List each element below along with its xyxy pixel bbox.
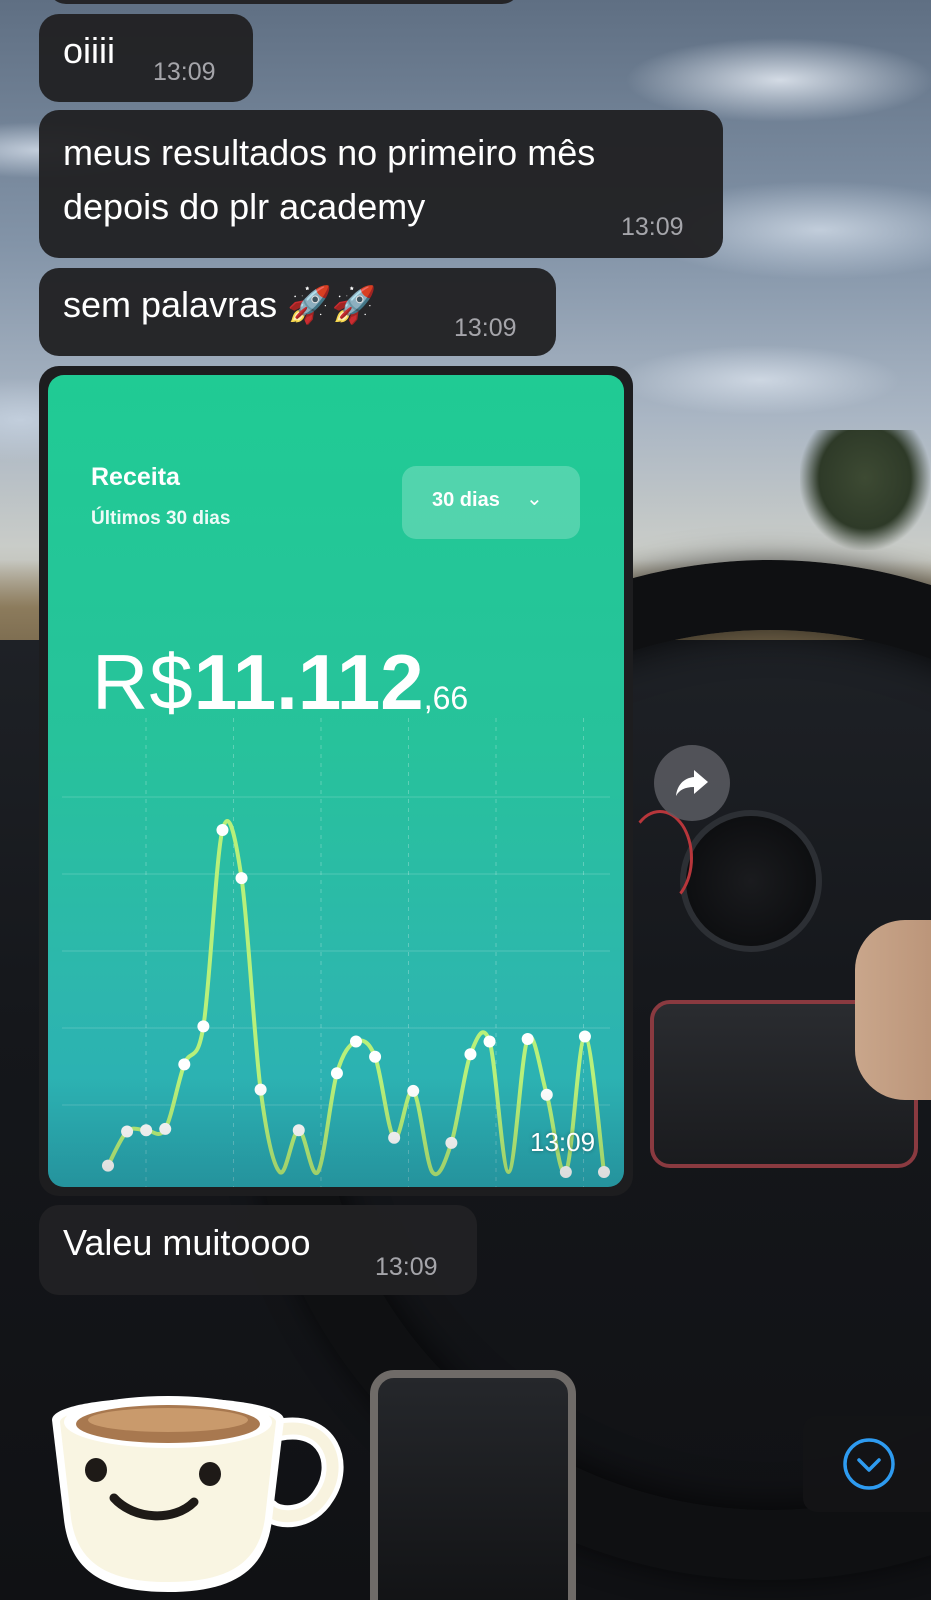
message-time: 13:09 [621, 213, 684, 241]
message-time: 13:09 [375, 1253, 438, 1281]
message-time: 13:09 [454, 314, 517, 342]
message-time: 13:09 [153, 58, 216, 86]
revenue-title: Receita [91, 463, 180, 491]
chart-data-point [464, 1048, 477, 1061]
message-text: meus resultados no primeiro mês depois d… [63, 132, 596, 227]
forward-button[interactable] [654, 745, 730, 821]
chart-data-point [197, 1020, 210, 1033]
chart-data-point [350, 1035, 362, 1048]
image-message[interactable]: Receita Últimos 30 dias 30 dias ⌄ R$11.1… [39, 366, 633, 1196]
revenue-amount: R$11.112,66 [92, 637, 468, 728]
period-dropdown-label: 30 dias [432, 489, 500, 511]
revenue-currency: R$ [92, 638, 194, 726]
share-forward-icon [676, 770, 708, 796]
scroll-to-bottom-button[interactable] [803, 1416, 931, 1512]
chart-data-point [369, 1050, 382, 1063]
chart-data-point [178, 1058, 191, 1071]
message-time: 13:09 [530, 1127, 596, 1157]
chart-data-point [578, 1030, 591, 1043]
chevron-down-circle-icon [843, 1438, 895, 1490]
revenue-subtitle: Últimos 30 dias [91, 508, 231, 529]
message-text: sem palavras 🚀🚀 [63, 284, 377, 325]
period-dropdown[interactable]: 30 dias ⌄ [402, 466, 580, 539]
revenue-cents: ,66 [423, 680, 469, 716]
chevron-down-icon: ⌄ [526, 488, 543, 510]
previous-message-bubble[interactable] [48, 0, 520, 4]
revenue-integer: 11.112 [193, 638, 424, 726]
wallpaper-wheel-spoke [370, 1370, 576, 1600]
message-bubble[interactable]: sem palavras 🚀🚀 13:09 [39, 268, 556, 356]
message-text: Valeu muitoooo [63, 1222, 311, 1263]
message-bubble[interactable]: oiiii 13:09 [39, 14, 253, 102]
coffee-cup-sticker[interactable] [44, 1370, 344, 1600]
chart-data-point [235, 872, 248, 885]
message-bubble[interactable]: Valeu muitoooo 13:09 [39, 1205, 477, 1295]
wallpaper-hand [855, 920, 931, 1100]
chart-data-point [483, 1035, 496, 1048]
chart-data-point [521, 1033, 534, 1045]
message-text: oiiii [63, 30, 116, 71]
revenue-screenshot[interactable]: Receita Últimos 30 dias 30 dias ⌄ R$11.1… [48, 375, 624, 1187]
chart-data-point [216, 824, 229, 836]
wallpaper-tree [800, 430, 930, 550]
message-bubble[interactable]: meus resultados no primeiro mês depois d… [39, 110, 723, 258]
